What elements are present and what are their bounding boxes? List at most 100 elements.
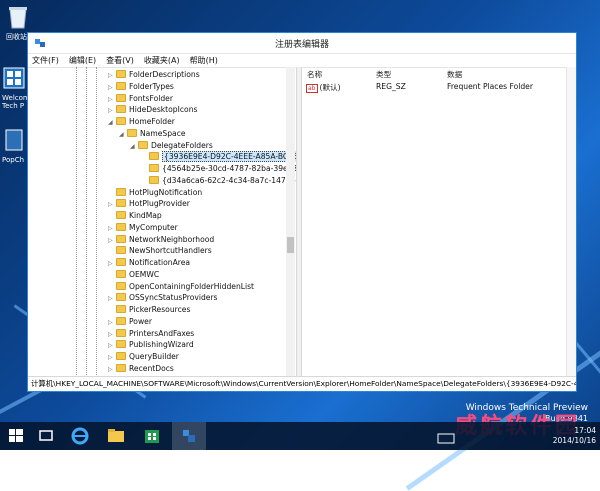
- tree-node[interactable]: ▷ FolderDescriptions: [108, 69, 200, 80]
- folder-icon: [116, 246, 126, 255]
- menu-bar: 文件(F) 编辑(E) 查看(V) 收藏夹(A) 帮助(H): [28, 54, 576, 68]
- tree-node[interactable]: ▷ FontsFolder: [108, 93, 173, 104]
- tree-expander-icon[interactable]: ◢: [130, 141, 138, 152]
- tree-expander-icon[interactable]: ▷: [108, 235, 116, 246]
- tree-node[interactable]: ▷ OSSyncStatusProviders: [108, 292, 218, 303]
- tree-node[interactable]: ◢ NameSpace: [119, 128, 186, 139]
- folder-icon: [116, 328, 126, 337]
- tree-node[interactable]: {3936E9E4-D92C-4EEE-A85A-BC16D5EA0819}: [141, 151, 296, 163]
- tree-node[interactable]: OEMWC: [108, 269, 159, 280]
- tree-node[interactable]: ◢ DelegateFolders: [130, 140, 213, 151]
- menu-help[interactable]: 帮助(H): [190, 55, 218, 66]
- clock-time: 17:04: [574, 426, 596, 435]
- tree-expander-icon[interactable]: ▷: [108, 223, 116, 234]
- tree-node[interactable]: HotPlugNotification: [108, 187, 202, 198]
- tree-guide-line: [76, 67, 77, 377]
- tree-node[interactable]: PickerResources: [108, 304, 190, 315]
- folder-icon: [116, 258, 126, 266]
- tree-expander-icon[interactable]: ▷: [108, 94, 116, 105]
- menu-edit[interactable]: 编辑(E): [69, 55, 96, 66]
- tree-node[interactable]: ▷ NotificationArea: [108, 257, 190, 268]
- tree-node[interactable]: OpenContainingFolderHiddenList: [108, 281, 254, 292]
- tree-node-label: OSSyncStatusProviders: [129, 293, 218, 303]
- tree-expander-icon[interactable]: ▷: [108, 340, 116, 351]
- task-view-icon[interactable]: [34, 425, 58, 447]
- registry-editor-window: 注册表编辑器 文件(F) 编辑(E) 查看(V) 收藏夹(A) 帮助(H) ▷ F…: [27, 32, 577, 392]
- column-header-data[interactable]: 数据: [447, 69, 462, 80]
- tree-expander-icon[interactable]: ◢: [108, 117, 116, 128]
- tree-node-label: Power: [129, 316, 152, 326]
- tree-node-label: PrintersAndFaxes: [129, 328, 195, 338]
- start-button-icon[interactable]: [4, 425, 28, 447]
- tree-node-label: NameSpace: [140, 128, 186, 138]
- tree-expander-icon[interactable]: ▷: [108, 82, 116, 93]
- tree-node[interactable]: ▷ Power: [108, 316, 152, 327]
- menu-favorites[interactable]: 收藏夹(A): [144, 55, 180, 66]
- internet-explorer-icon[interactable]: [68, 425, 92, 447]
- tree-guide-line: [96, 67, 97, 377]
- column-header-type[interactable]: 类型: [376, 69, 391, 80]
- tree-guide-line: [86, 67, 87, 377]
- title-bar[interactable]: 注册表编辑器: [28, 33, 576, 54]
- tree-node[interactable]: NewShortcutHandlers: [108, 245, 212, 256]
- menu-file[interactable]: 文件(F): [32, 55, 59, 66]
- tree-expander-icon[interactable]: ▷: [108, 199, 116, 210]
- taskbar: 17:04 2014/10/16: [0, 422, 600, 450]
- tree-node[interactable]: ▷ MyComputer: [108, 222, 178, 233]
- tree-node-label: RecentDocs: [129, 363, 174, 373]
- tree-node[interactable]: ▷ FolderTypes: [108, 81, 174, 92]
- folder-icon: [116, 352, 126, 360]
- tree-expander-icon[interactable]: ▷: [108, 258, 116, 269]
- tree-node-label: FolderTypes: [129, 81, 174, 91]
- tree-expander-icon[interactable]: ▷: [108, 352, 116, 363]
- folder-icon: [116, 211, 126, 219]
- folder-icon: [116, 81, 126, 90]
- tree-expander-icon[interactable]: ▷: [108, 70, 116, 81]
- tree-node[interactable]: {d34a6ca6-62c2-4c34-8a7c-14709c1ad938}: [141, 175, 296, 186]
- clock-date: 2014/10/16: [552, 436, 596, 445]
- tree-node[interactable]: {4564b25e-30cd-4787-82ba-39e73a750b14}: [141, 163, 296, 174]
- tree-node[interactable]: ▷ PrintersAndFaxes: [108, 328, 194, 339]
- tree-node[interactable]: KindMap: [108, 210, 162, 221]
- folder-icon: [116, 281, 126, 290]
- tree-node[interactable]: ▷ RecentDocs: [108, 363, 174, 374]
- tree-node[interactable]: ▷ QueryBuilder: [108, 351, 179, 362]
- system-tray-clock[interactable]: 17:04 2014/10/16: [553, 426, 596, 446]
- value-data: Frequent Places Folder: [447, 82, 533, 91]
- tree-scrollbar-thumb[interactable]: [287, 237, 294, 253]
- tree-node-label: {4564b25e-30cd-4787-82ba-39e73a750b14}: [162, 164, 296, 173]
- value-row-name[interactable]: ab (默认): [306, 82, 341, 93]
- registry-tree: ▷ FolderDescriptions ▷ FolderTypes ▷ FontsFol…: [28, 67, 296, 377]
- tree-node[interactable]: ▷ NetworkNeighborhood: [108, 234, 214, 245]
- tree-node[interactable]: ◢ HomeFolder: [108, 116, 175, 127]
- folder-icon: [116, 105, 126, 114]
- tree-node[interactable]: ▷ PublishingWizard: [108, 339, 194, 350]
- menu-view[interactable]: 查看(V): [106, 55, 134, 66]
- regedit-taskbar-icon: [183, 430, 195, 442]
- tree-node[interactable]: ▷ HotPlugProvider: [108, 198, 190, 209]
- tree-node-label: NotificationArea: [129, 258, 191, 267]
- tree-expander-icon[interactable]: ▷: [108, 317, 116, 328]
- list-scrollbar[interactable]: [566, 67, 576, 377]
- keyboard-icon[interactable]: [436, 427, 456, 449]
- tree-scrollbar[interactable]: [286, 67, 295, 377]
- tree-node[interactable]: ▷ HideDesktopIcons: [108, 104, 197, 115]
- tree-expander-icon[interactable]: ▷: [108, 364, 116, 375]
- folder-icon: [116, 234, 126, 243]
- tree-expander-icon[interactable]: ▷: [108, 293, 116, 304]
- folder-icon: [116, 222, 126, 231]
- taskbar-regedit-active[interactable]: [172, 422, 206, 450]
- folder-icon: [116, 316, 126, 325]
- column-header-name[interactable]: 名称: [307, 69, 322, 80]
- tree-node-label: QueryBuilder: [129, 352, 179, 361]
- folder-icon: [138, 140, 148, 149]
- tree-expander-icon[interactable]: ▷: [108, 329, 116, 340]
- tree-node-label: MyComputer: [129, 222, 178, 232]
- tree-node-label: {3936E9E4-D92C-4EEE-A85A-BC16D5EA0819}: [162, 151, 296, 163]
- file-explorer-icon[interactable]: [104, 425, 128, 447]
- store-icon[interactable]: [140, 425, 164, 447]
- tree-expander-icon[interactable]: ◢: [119, 129, 127, 140]
- tree-expander-icon[interactable]: ▷: [108, 105, 116, 116]
- window-title: 注册表编辑器: [274, 40, 329, 50]
- tree-node-label: FontsFolder: [129, 93, 173, 103]
